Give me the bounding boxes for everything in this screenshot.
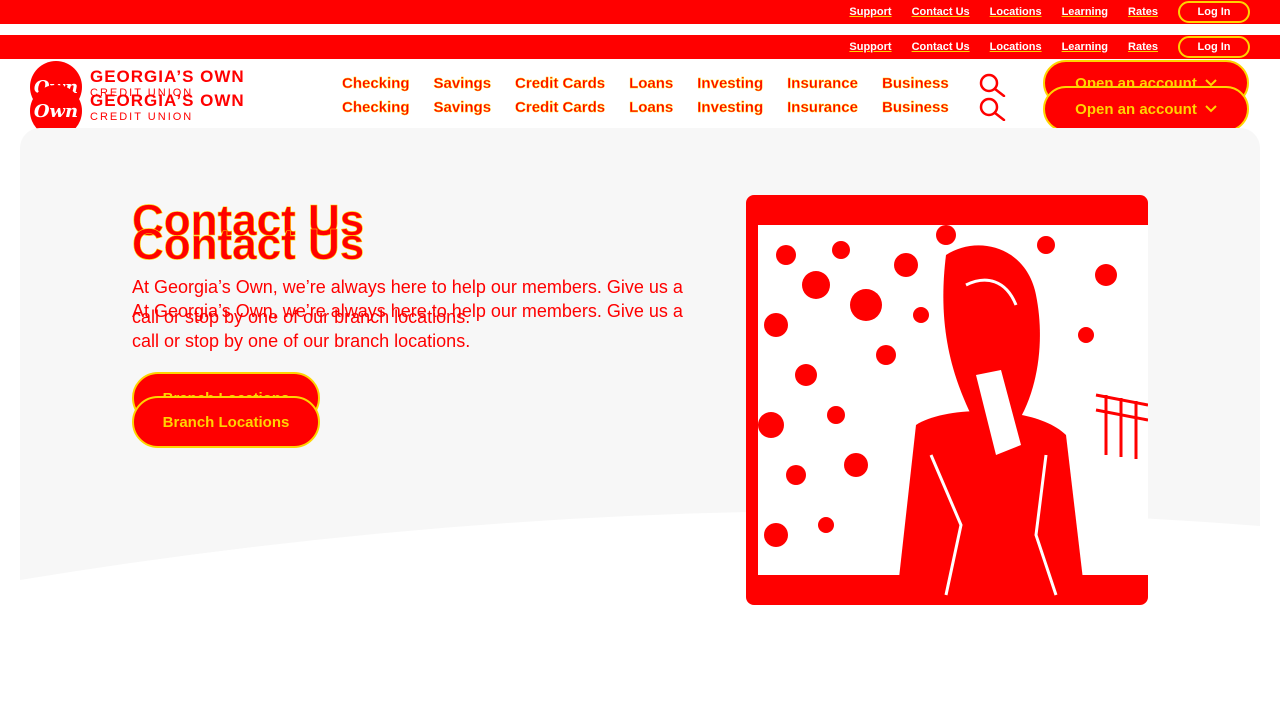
page-title-ghost: Contact Us bbox=[132, 220, 365, 270]
main-nav-row: Checking Savings Credit Cards Loans Inve… bbox=[342, 75, 973, 92]
nav-item-checking[interactable]: Checking bbox=[342, 75, 410, 92]
branch-locations-button-ghost[interactable]: Branch Locations bbox=[132, 396, 320, 448]
nav-item-credit-cards[interactable]: Credit Cards bbox=[515, 75, 605, 92]
utility-link-rates[interactable]: Rates bbox=[1128, 6, 1158, 18]
utility-link-support[interactable]: Support bbox=[849, 6, 891, 18]
utility-link-locations[interactable]: Locations bbox=[990, 6, 1042, 18]
utility-link-rates-ghost[interactable]: Rates bbox=[1128, 41, 1158, 53]
utility-link-locations-ghost[interactable]: Locations bbox=[990, 41, 1042, 53]
search-icon-ghost[interactable] bbox=[978, 97, 1006, 121]
utility-link-contact-us[interactable]: Contact Us bbox=[912, 6, 970, 18]
logo-name: GEORGIA’S OWN bbox=[90, 67, 245, 86]
open-account-label-ghost: Open an account bbox=[1075, 100, 1197, 118]
chevron-down-icon bbox=[1205, 105, 1217, 113]
login-button[interactable]: Log In bbox=[1178, 1, 1250, 23]
utility-bar-ghost: Support Contact Us Locations Learning Ra… bbox=[0, 35, 1280, 59]
utility-link-learning[interactable]: Learning bbox=[1062, 6, 1108, 18]
nav-item-savings[interactable]: Savings bbox=[433, 75, 491, 92]
brand-logo[interactable]: Own Own GEORGIA’S OWN CREDIT UNION GEORG… bbox=[30, 59, 290, 137]
utility-link-contact-us-ghost[interactable]: Contact Us bbox=[912, 41, 970, 53]
nav-item-business[interactable]: Business bbox=[882, 75, 949, 92]
nav-item-insurance[interactable]: Insurance bbox=[787, 75, 858, 92]
utility-bar: Support Contact Us Locations Learning Ra… bbox=[0, 0, 1280, 24]
logo-sub-ghost: CREDIT UNION bbox=[90, 111, 194, 123]
nav-item-investing[interactable]: Investing bbox=[697, 75, 763, 92]
main-nav-row-ghost: Checking Savings Credit Cards Loans Inve… bbox=[342, 99, 973, 116]
nav-item-business-ghost[interactable]: Business bbox=[882, 99, 949, 116]
nav-item-loans-ghost[interactable]: Loans bbox=[629, 99, 674, 116]
site-header: Own Own GEORGIA’S OWN CREDIT UNION GEORG… bbox=[0, 59, 1280, 137]
page: Support Contact Us Locations Learning Ra… bbox=[0, 0, 1280, 720]
hero-photo bbox=[746, 195, 1148, 605]
nav-item-insurance-ghost[interactable]: Insurance bbox=[787, 99, 858, 116]
logo-name-ghost: GEORGIA’S OWN bbox=[90, 91, 245, 110]
hero-description-ghost: At Georgia’s Own, we’re always here to h… bbox=[132, 301, 683, 351]
open-account-button-ghost[interactable]: Open an account bbox=[1043, 86, 1249, 132]
search-icon[interactable] bbox=[978, 73, 1006, 97]
nav-item-credit-cards-ghost[interactable]: Credit Cards bbox=[515, 99, 605, 116]
utility-link-learning-ghost[interactable]: Learning bbox=[1062, 41, 1108, 53]
nav-item-investing-ghost[interactable]: Investing bbox=[697, 99, 763, 116]
nav-item-checking-ghost[interactable]: Checking bbox=[342, 99, 410, 116]
hero-photo-art bbox=[746, 195, 1148, 605]
nav-item-loans[interactable]: Loans bbox=[629, 75, 674, 92]
nav-item-savings-ghost[interactable]: Savings bbox=[433, 99, 491, 116]
login-button-ghost[interactable]: Log In bbox=[1178, 36, 1250, 58]
utility-link-support-ghost[interactable]: Support bbox=[849, 41, 891, 53]
